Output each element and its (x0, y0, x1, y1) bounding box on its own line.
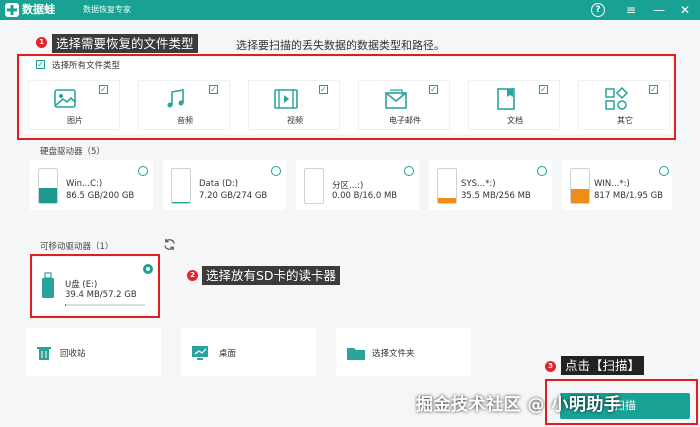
drive-icon (437, 168, 457, 204)
location-label: 回收站 (60, 349, 86, 359)
desktop-icon (192, 346, 208, 360)
location-folder[interactable]: 选择文件夹 (336, 328, 471, 376)
instruction-text: 选择要扫描的丢失数据的数据类型和路径。 (236, 39, 445, 52)
drive-icon (570, 168, 590, 204)
help-icon[interactable]: ? (591, 3, 605, 17)
callout-3-badge: 3 (545, 361, 556, 372)
menu-icon[interactable]: ≡ (623, 2, 639, 18)
location-label: 桌面 (219, 349, 237, 359)
recycle-bin-icon (37, 347, 51, 360)
callout-2-badge: 2 (187, 270, 198, 281)
highlight-removable (30, 254, 160, 318)
hdd-section-title: 硬盘驱动器（5） (40, 147, 105, 157)
minimize-icon[interactable]: — (651, 2, 667, 18)
drive-card[interactable]: SYS...*:) 35.5 MB/256 MB (429, 160, 552, 210)
callout-1-badge: 1 (36, 37, 47, 48)
app-logo-icon (5, 3, 19, 17)
drive-icon (171, 168, 191, 204)
location-desktop[interactable]: 桌面 (181, 328, 316, 376)
drive-radio[interactable] (138, 166, 148, 176)
location-recycle-bin[interactable]: 回收站 (26, 328, 161, 376)
drive-name: WIN...*:) (594, 179, 630, 189)
refresh-icon[interactable] (163, 238, 176, 251)
drive-radio[interactable] (537, 166, 547, 176)
drive-name: 分区...:) (332, 181, 364, 191)
drive-card[interactable]: 分区...:) 0.00 B/16.0 MB (296, 160, 419, 210)
drive-size: 86.5 GB/200 GB (66, 191, 135, 201)
app-subtitle: 数据恢复专家 (83, 5, 131, 14)
highlight-file-types (17, 54, 676, 140)
drive-card[interactable]: WIN...*:) 817 MB/1.95 GB (562, 160, 672, 210)
drive-radio[interactable] (659, 166, 669, 176)
callout-2-text: 选择放有SD卡的读卡器 (202, 266, 341, 285)
app-name: 数据蛙 (22, 3, 55, 16)
watermark: 掘金技术社区 @ 小明助手 (416, 395, 622, 415)
location-label: 选择文件夹 (372, 349, 415, 359)
drive-size: 0.00 B/16.0 MB (332, 191, 398, 201)
drive-radio[interactable] (271, 166, 281, 176)
callout-3-text: 点击【扫描】 (561, 356, 645, 375)
drive-size: 817 MB/1.95 GB (594, 191, 664, 201)
drive-icon (38, 168, 58, 204)
drive-size: 35.5 MB/256 MB (461, 191, 531, 201)
drive-icon (304, 168, 324, 204)
callout-1-text: 选择需要恢复的文件类型 (52, 34, 198, 53)
drive-name: Win...C:) (66, 179, 103, 189)
drive-card[interactable]: Data (D:) 7.20 GB/274 GB (163, 160, 286, 210)
drive-card[interactable]: Win...C:) 86.5 GB/200 GB (30, 160, 153, 210)
drive-size: 7.20 GB/274 GB (199, 191, 268, 201)
folder-icon (347, 348, 365, 360)
drive-name: Data (D:) (199, 179, 239, 189)
drive-name: SYS...*:) (461, 179, 496, 189)
removable-section-title: 可移动驱动器（1） (40, 242, 114, 252)
close-icon[interactable]: ✕ (677, 2, 693, 18)
drive-radio[interactable] (404, 166, 414, 176)
